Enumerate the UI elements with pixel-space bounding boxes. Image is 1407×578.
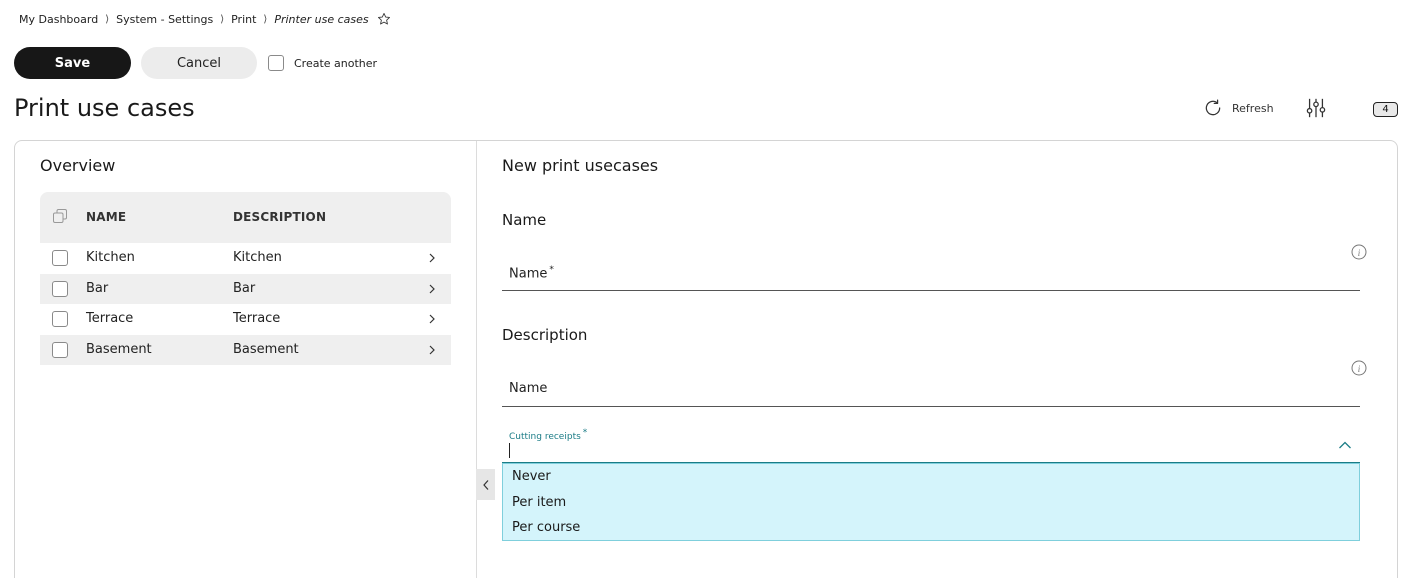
cell-name: Basement [86, 341, 152, 357]
chevron-right-icon[interactable] [427, 283, 437, 295]
cell-description: Kitchen [233, 250, 282, 265]
description-field-label: Name [509, 381, 548, 396]
refresh-button[interactable]: Refresh [1203, 98, 1274, 118]
overview-title: Overview [40, 156, 116, 175]
text-caret [509, 443, 510, 458]
breadcrumb-item-system-settings[interactable]: System - Settings [116, 13, 213, 26]
copy-icon[interactable] [52, 208, 68, 224]
chevron-left-icon [482, 479, 488, 490]
create-another-checkbox[interactable] [268, 55, 284, 71]
row-checkbox[interactable] [52, 250, 68, 266]
cutting-receipts-dropdown: Never Per item Per course [502, 463, 1360, 541]
breadcrumb-separator: ⟩ [105, 13, 110, 25]
panel-divider [476, 141, 477, 578]
filter-sliders-icon[interactable] [1305, 97, 1327, 119]
collapse-panel-button[interactable] [476, 469, 495, 500]
form-title: New print usecases [502, 156, 659, 175]
refresh-label: Refresh [1232, 101, 1274, 115]
chevron-right-icon[interactable] [427, 252, 437, 264]
chevron-right-icon[interactable] [427, 344, 437, 356]
row-checkbox[interactable] [52, 280, 68, 297]
breadcrumb: My Dashboard ⟩ System - Settings ⟩ Print… [19, 11, 391, 27]
page-title: Print use cases [14, 94, 195, 122]
table-row[interactable]: Basement Basement [40, 334, 451, 365]
cancel-button[interactable]: Cancel [141, 47, 257, 79]
cell-description: Terrace [233, 311, 281, 326]
chevron-right-icon[interactable] [427, 313, 437, 325]
breadcrumb-separator: ⟩ [263, 13, 268, 25]
breadcrumb-item-dashboard[interactable]: My Dashboard [19, 13, 98, 26]
option-per-item[interactable]: Per item [503, 490, 1359, 516]
name-field-label: Name * [509, 265, 554, 282]
cell-name: Terrace [86, 311, 134, 326]
cell-description: Basement [233, 341, 299, 357]
row-checkbox[interactable] [52, 341, 68, 358]
cell-description: Bar [233, 280, 256, 296]
name-field[interactable]: Name * [502, 256, 1360, 291]
overview-table: NAME DESCRIPTION Kitchen Kitchen Bar Bar… [40, 192, 451, 365]
save-button[interactable]: Save [14, 47, 131, 79]
star-icon[interactable] [377, 12, 391, 26]
column-header-name[interactable]: NAME [86, 210, 126, 224]
description-section-label: Description [502, 326, 588, 344]
refresh-icon [1205, 99, 1221, 116]
option-never[interactable]: Never [503, 464, 1359, 490]
column-header-description[interactable]: DESCRIPTION [233, 210, 326, 224]
cell-name: Kitchen [86, 250, 135, 265]
row-checkbox[interactable] [52, 311, 68, 327]
table-row[interactable]: Terrace Terrace [40, 304, 451, 335]
cutting-receipts-select[interactable] [502, 436, 1360, 463]
option-per-course[interactable]: Per course [503, 515, 1359, 541]
description-field[interactable]: Name [502, 372, 1360, 407]
breadcrumb-separator: ⟩ [220, 13, 225, 25]
count-badge[interactable]: 4 [1373, 102, 1398, 117]
breadcrumb-current: Printer use cases [274, 12, 369, 26]
table-row[interactable]: Kitchen Kitchen [40, 243, 451, 274]
table-row[interactable]: Bar Bar [40, 273, 451, 304]
name-section-label: Name [502, 211, 547, 229]
cell-name: Bar [86, 280, 109, 296]
create-another-label: Create another [294, 56, 378, 70]
chevron-up-icon[interactable] [1338, 440, 1352, 450]
table-header: NAME DESCRIPTION [40, 192, 451, 243]
create-another-toggle[interactable]: Create another [268, 55, 377, 71]
breadcrumb-item-print[interactable]: Print [231, 13, 256, 26]
